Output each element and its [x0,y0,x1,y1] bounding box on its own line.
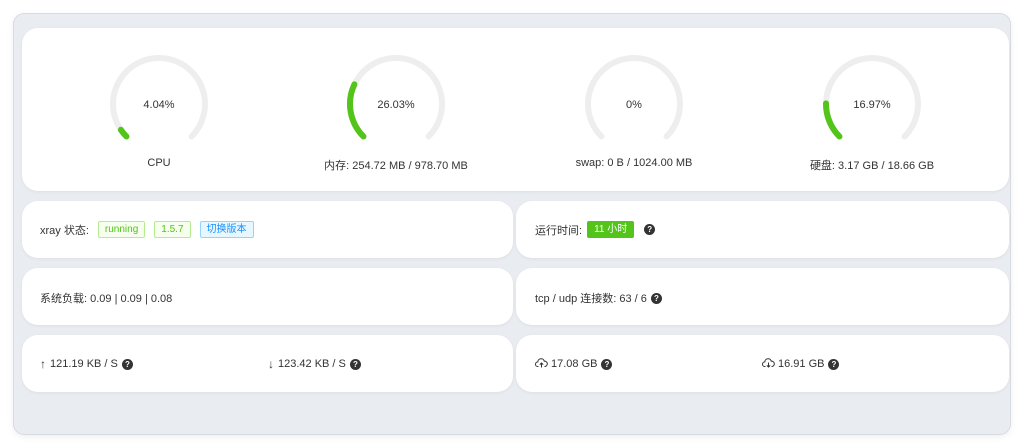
switch-version-button[interactable]: 切换版本 [199,221,254,238]
upload-speed: 121.19 KB / S [50,358,118,370]
xray-status-card: xray 状态: running 1.5.7 切换版本 [22,201,513,258]
help-icon[interactable]: ? [601,358,613,370]
xray-status-badge: running [97,221,146,238]
disk-label: 硬盘: 3.17 GB / 18.66 GB [809,160,935,172]
cloud-upload-icon [535,357,548,371]
system-load-text: 系统负载: 0.09 | 0.09 | 0.08 [40,293,173,305]
cloud-download-icon [762,357,775,371]
gauge-track [823,55,921,140]
help-icon[interactable]: ? [650,292,662,304]
arrow-up-icon: ↑ [40,357,46,371]
swap-gauge: 0% swap: 0 B / 1024.00 MB [534,54,734,184]
gauge-track [347,55,445,140]
help-icon[interactable]: ? [644,224,656,235]
traffic-received: 16.91 GB [778,358,825,370]
disk-percent: 16.97% [853,99,891,111]
gauge-track [110,55,208,140]
help-icon[interactable]: ? [828,358,840,370]
xray-version-badge: 1.5.7 [154,221,191,238]
uptime-badge: 11 小时 [587,221,635,238]
arrow-down-icon: ↓ [268,357,274,371]
cpu-percent: 4.04% [143,99,175,111]
download-speed: 123.42 KB / S [278,358,346,370]
gauge-track [585,55,683,140]
uptime-label: 运行时间: [535,224,583,237]
swap-label: swap: 0 B / 1024.00 MB [575,157,693,169]
system-load-card: 系统负载: 0.09 | 0.09 | 0.08 [22,268,513,325]
swap-percent: 0% [626,99,642,111]
gauge-fill [117,126,130,140]
disk-gauge: 16.97% 硬盘: 3.17 GB / 18.66 GB [772,54,972,184]
cpu-label: CPU [147,157,171,169]
memory-label: 内存: 254.72 MB / 978.70 MB [324,160,468,172]
traffic-sent: 17.08 GB [551,358,598,370]
connections-text: tcp / udp 连接数: 63 / 6 [535,293,647,305]
help-icon[interactable]: ? [349,358,361,370]
cpu-gauge: 4.04% CPU [59,54,259,184]
memory-gauge: 26.03% 内存: 254.72 MB / 978.70 MB [296,54,496,184]
uptime-card: 运行时间: 11 小时 ? [516,201,1009,258]
network-speed-card: ↑ 121.19 KB / S ? ↓ 123.42 KB / S ? [22,335,513,392]
network-traffic-card: 17.08 GB ? 16.91 GB ? [516,335,1009,392]
status-gauges-card: 4.04% CPU 26.03% 内存: 254.72 MB / 978.70 … [22,28,1009,191]
help-icon[interactable]: ? [121,358,133,370]
xray-status-label: xray 状态: [40,224,89,237]
memory-percent: 26.03% [377,99,415,111]
connections-card: tcp / udp 连接数: 63 / 6 ? [516,268,1009,325]
